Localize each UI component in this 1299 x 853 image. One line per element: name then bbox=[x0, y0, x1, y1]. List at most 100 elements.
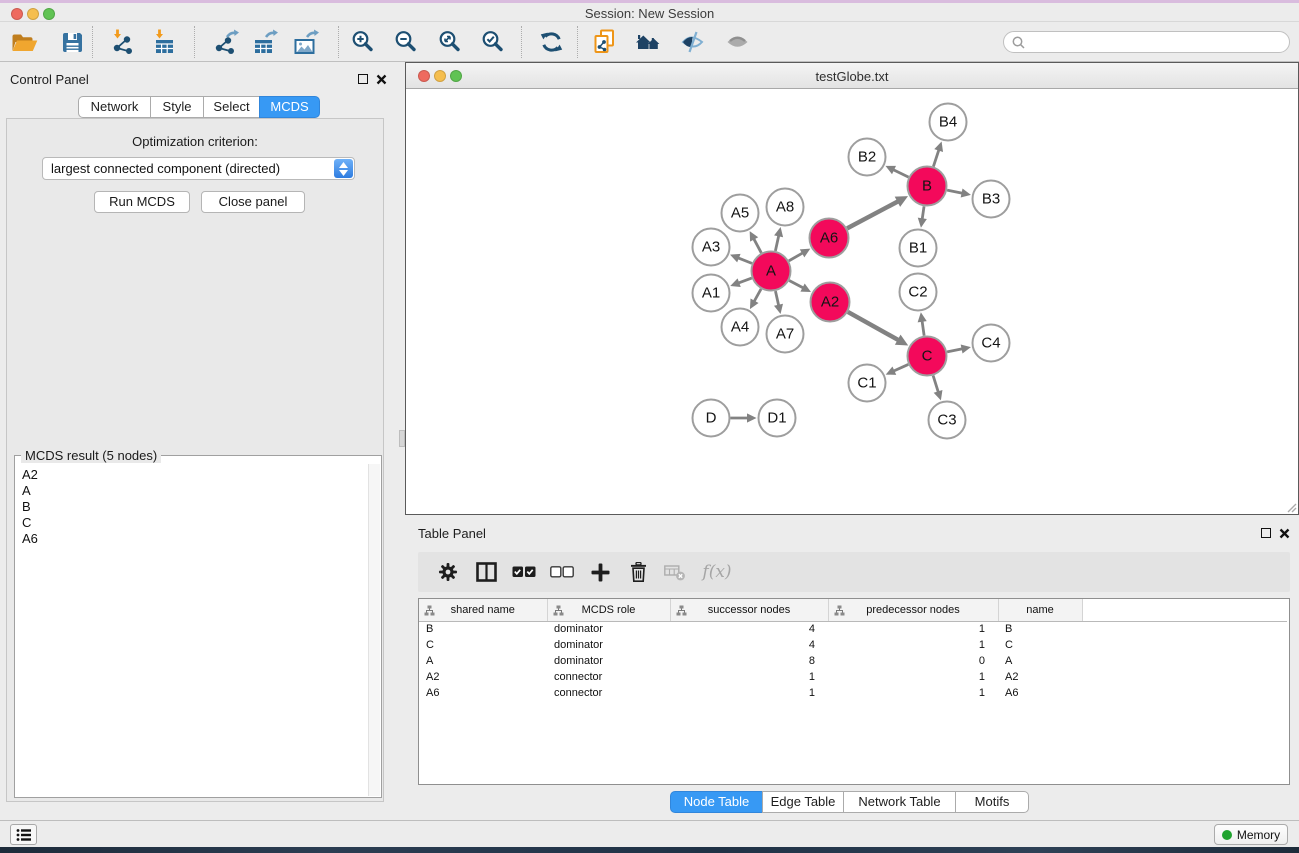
resize-grip-icon[interactable] bbox=[1285, 501, 1297, 513]
memory-button[interactable]: Memory bbox=[1214, 824, 1288, 845]
graph-node-C2[interactable]: C2 bbox=[900, 274, 937, 311]
show-hidden-eye-icon[interactable] bbox=[720, 25, 754, 59]
graph-edge-A6-B[interactable] bbox=[847, 196, 908, 228]
graph-node-B[interactable]: B bbox=[908, 167, 947, 206]
result-item-A6[interactable]: A6 bbox=[22, 531, 368, 547]
node-table-grid[interactable]: shared nameMCDS rolesuccessor nodesprede… bbox=[418, 598, 1290, 785]
graph-node-D1[interactable]: D1 bbox=[759, 400, 796, 437]
graph-node-A1[interactable]: A1 bbox=[693, 275, 730, 312]
graph-node-A[interactable]: A bbox=[752, 252, 791, 291]
import-network-icon[interactable] bbox=[105, 25, 139, 59]
split-handle[interactable] bbox=[399, 430, 405, 447]
graph-edge-A-A1[interactable] bbox=[730, 278, 752, 287]
tab-network-table[interactable]: Network Table bbox=[843, 791, 956, 813]
graph-edge-C-C4[interactable] bbox=[947, 344, 971, 353]
column-header-name[interactable]: name bbox=[998, 599, 1082, 621]
result-item-A2[interactable]: A2 bbox=[22, 467, 368, 483]
zoom-in-icon[interactable] bbox=[346, 25, 380, 59]
select-all-checkboxes-icon[interactable] bbox=[507, 552, 541, 592]
tab-edge-table[interactable]: Edge Table bbox=[762, 791, 844, 813]
show-columns-icon[interactable] bbox=[469, 552, 503, 592]
graph-node-A3[interactable]: A3 bbox=[693, 229, 730, 266]
task-history-button[interactable] bbox=[10, 824, 37, 845]
tab-select[interactable]: Select bbox=[203, 96, 260, 118]
network-window-titlebar[interactable]: testGlobe.txt bbox=[406, 63, 1298, 89]
export-image-icon[interactable] bbox=[288, 25, 322, 59]
table-settings-gear-icon[interactable] bbox=[431, 552, 465, 592]
graph-node-C1[interactable]: C1 bbox=[849, 365, 886, 402]
add-column-plus-icon[interactable] bbox=[583, 552, 617, 592]
graph-edge-B-B4[interactable] bbox=[933, 141, 943, 166]
graph-edge-A2-C[interactable] bbox=[848, 312, 908, 346]
criterion-dropdown[interactable]: largest connected component (directed) bbox=[42, 157, 355, 180]
open-session-icon[interactable] bbox=[7, 25, 41, 59]
show-all-homes-icon[interactable] bbox=[630, 25, 664, 59]
close-panel-icon[interactable] bbox=[376, 74, 387, 85]
export-network-icon[interactable] bbox=[208, 25, 242, 59]
graph-edge-C-C1[interactable] bbox=[886, 364, 909, 374]
graph-edge-A-A8[interactable] bbox=[774, 227, 783, 251]
zoom-selected-icon[interactable] bbox=[476, 25, 510, 59]
deselect-all-checkboxes-icon[interactable] bbox=[545, 552, 579, 592]
graph-edge-A-A3[interactable] bbox=[730, 254, 752, 264]
graph-edge-B-B2[interactable] bbox=[885, 166, 908, 177]
mcds-result-list[interactable]: A2ABCA6 bbox=[16, 464, 368, 796]
graph-node-C[interactable]: C bbox=[908, 337, 947, 376]
graph-node-B2[interactable]: B2 bbox=[849, 139, 886, 176]
save-session-icon[interactable] bbox=[55, 25, 89, 59]
zoom-out-icon[interactable] bbox=[389, 25, 423, 59]
table-row[interactable]: Cdominator41C bbox=[419, 637, 1287, 653]
import-table-icon[interactable] bbox=[147, 25, 181, 59]
float-panel-icon[interactable] bbox=[358, 74, 368, 84]
tab-node-table[interactable]: Node Table bbox=[670, 791, 763, 813]
graph-node-C4[interactable]: C4 bbox=[973, 325, 1010, 362]
graph-node-A5[interactable]: A5 bbox=[722, 195, 759, 232]
table-row[interactable]: A6connector11A6 bbox=[419, 685, 1287, 701]
main-titlebar[interactable]: Session: New Session bbox=[0, 3, 1299, 22]
delete-trash-icon[interactable] bbox=[621, 552, 655, 592]
graph-edge-A-A5[interactable] bbox=[750, 231, 762, 253]
result-item-B[interactable]: B bbox=[22, 499, 368, 515]
search-input[interactable] bbox=[1026, 34, 1289, 50]
column-header-shared-name[interactable]: shared name bbox=[419, 599, 547, 621]
graph-edge-A-A7[interactable] bbox=[774, 291, 783, 314]
graph-node-C3[interactable]: C3 bbox=[929, 402, 966, 439]
graph-edge-B-B1[interactable] bbox=[918, 206, 927, 227]
tab-style[interactable]: Style bbox=[150, 96, 204, 118]
tab-mcds[interactable]: MCDS bbox=[259, 96, 320, 118]
table-row[interactable]: Adominator80A bbox=[419, 653, 1287, 669]
graph-node-D[interactable]: D bbox=[693, 400, 730, 437]
graph-node-A8[interactable]: A8 bbox=[767, 189, 804, 226]
graph-node-A7[interactable]: A7 bbox=[767, 316, 804, 353]
graph-edge-A-A2[interactable] bbox=[789, 281, 811, 292]
table-row[interactable]: Bdominator41B bbox=[419, 621, 1287, 637]
graph-node-B4[interactable]: B4 bbox=[930, 104, 967, 141]
graph-edge-C-C2[interactable] bbox=[918, 312, 927, 335]
network-graph-canvas[interactable]: B4 B2 B B3 A8A5 A6 A3 B1 A A1 C2 A2 A4A7 C4 C C1 C3 D D1 bbox=[406, 89, 1298, 514]
graph-node-B3[interactable]: B3 bbox=[973, 181, 1010, 218]
result-item-C[interactable]: C bbox=[22, 515, 368, 531]
graph-node-B1[interactable]: B1 bbox=[900, 230, 937, 267]
result-scrollbar[interactable] bbox=[368, 464, 380, 796]
tab-motifs[interactable]: Motifs bbox=[955, 791, 1029, 813]
close-panel-button[interactable]: Close panel bbox=[201, 191, 305, 213]
graph-node-A4[interactable]: A4 bbox=[722, 309, 759, 346]
result-item-A[interactable]: A bbox=[22, 483, 368, 499]
float-table-panel-icon[interactable] bbox=[1261, 528, 1271, 538]
graph-edge-C-C3[interactable] bbox=[933, 376, 942, 401]
column-header-MCDS-role[interactable]: MCDS role bbox=[547, 599, 670, 621]
search-field[interactable] bbox=[1003, 31, 1290, 53]
graph-edge-A-A6[interactable] bbox=[789, 249, 810, 261]
export-table-icon[interactable] bbox=[247, 25, 281, 59]
column-header-successor-nodes[interactable]: successor nodes bbox=[670, 599, 828, 621]
table-row[interactable]: A2connector11A2 bbox=[419, 669, 1287, 685]
zoom-fit-icon[interactable] bbox=[433, 25, 467, 59]
apply-layout-icon[interactable] bbox=[534, 25, 568, 59]
graph-edge-A-A4[interactable] bbox=[750, 289, 761, 309]
graph-node-A6[interactable]: A6 bbox=[810, 219, 849, 258]
close-table-panel-icon[interactable] bbox=[1279, 528, 1290, 539]
graph-edge-B-B3[interactable] bbox=[947, 189, 971, 198]
tab-network[interactable]: Network bbox=[78, 96, 151, 118]
duplicate-network-icon[interactable] bbox=[587, 25, 621, 59]
graph-node-A2[interactable]: A2 bbox=[811, 283, 850, 322]
